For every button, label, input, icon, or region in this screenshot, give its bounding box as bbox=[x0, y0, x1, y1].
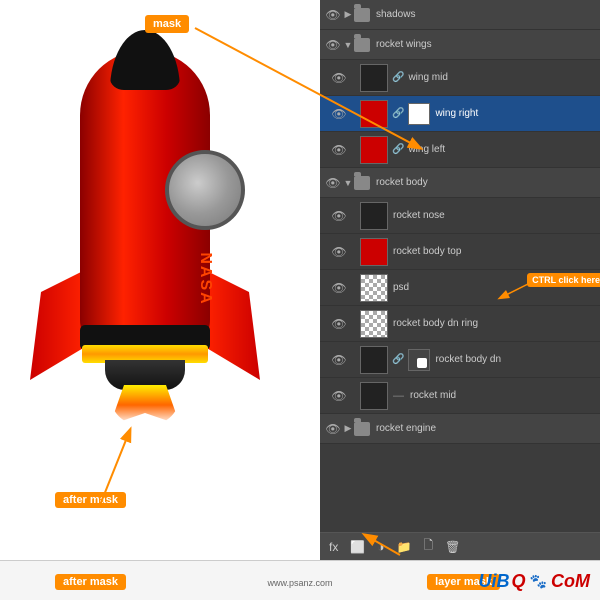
layer-name-rocket-body: rocket body bbox=[376, 177, 596, 188]
layer-thumb-wing-mid bbox=[360, 64, 388, 92]
link-icon-wing-left: 🔗 bbox=[392, 144, 404, 155]
layer-name-rocket-nose: rocket nose bbox=[393, 210, 596, 221]
layer-thumb-rocket-nose bbox=[360, 202, 388, 230]
layer-name-rocket-wings: rocket wings bbox=[376, 39, 596, 50]
rocket-body: NASA bbox=[80, 50, 210, 350]
layer-thumb-psd bbox=[360, 274, 388, 302]
layer-row-rocket-wings[interactable]: 👁 ▼ rocket wings bbox=[320, 30, 600, 60]
left-panel: NASA mask after mask bbox=[0, 0, 320, 560]
layer-row-rocket-body-top[interactable]: 👁 rocket body top bbox=[320, 234, 600, 270]
layer-row-shadows[interactable]: 👁 ▶ shadows bbox=[320, 0, 600, 30]
layer-thumb-wing-left bbox=[360, 136, 388, 164]
layer-name-rocket-body-dn-ring: rocket body dn ring bbox=[393, 318, 596, 329]
layer-mask-wing-right bbox=[408, 103, 430, 125]
fx-button[interactable]: fx bbox=[326, 538, 341, 556]
visibility-icon-rocket-mid[interactable]: 👁 bbox=[330, 387, 348, 405]
visibility-icon-rocket-body[interactable]: 👁 bbox=[324, 174, 342, 192]
layer-name-rocket-mid: rocket mid bbox=[410, 390, 596, 401]
logo-q: Q bbox=[512, 571, 526, 592]
layer-row-rocket-body[interactable]: 👁 ▼ rocket body bbox=[320, 168, 600, 198]
group-arrow-rocket-engine[interactable]: ▶ bbox=[342, 423, 354, 435]
delete-layer-button[interactable]: 🗑 bbox=[442, 538, 463, 556]
thumb-group-wing-left: 🔗 bbox=[358, 136, 405, 164]
layer-row-rocket-body-dn-ring[interactable]: 👁 rocket body dn ring bbox=[320, 306, 600, 342]
layer-name-wing-right: wing right bbox=[435, 108, 596, 119]
rocket-window bbox=[165, 150, 245, 230]
mask-button[interactable]: ⬜ bbox=[347, 538, 368, 556]
layer-name-rocket-engine: rocket engine bbox=[376, 423, 596, 434]
layer-name-rocket-body-top: rocket body top bbox=[393, 246, 596, 257]
layer-row-wing-mid[interactable]: 👁 🔗 wing mid bbox=[320, 60, 600, 96]
watermark: www.psanz.com bbox=[267, 578, 332, 588]
link-icon-rocket-body-dn: 🔗 bbox=[392, 354, 404, 365]
layer-row-wing-right[interactable]: 👁 🔗 wing right bbox=[320, 96, 600, 132]
logo-separator: 🐾 bbox=[530, 573, 547, 590]
folder-icon-rocket-wings bbox=[354, 38, 370, 52]
logo-ui: UiB bbox=[479, 571, 510, 592]
layer-thumb-rocket-body-top bbox=[360, 238, 388, 266]
layer-name-wing-left: wing left bbox=[408, 144, 596, 155]
rocket-illustration: NASA bbox=[20, 30, 280, 530]
link-icon-wing-mid: 🔗 bbox=[392, 72, 404, 83]
layers-toolbar: fx ⬜ ◑ 📁 🗋 🗑 bbox=[320, 532, 600, 560]
layer-row-rocket-mid[interactable]: 👁 — rocket mid bbox=[320, 378, 600, 414]
group-arrow-rocket-wings[interactable]: ▼ bbox=[342, 39, 354, 51]
thumb-group-wing-mid: 🔗 bbox=[358, 64, 405, 92]
mask-annotation: mask bbox=[145, 15, 189, 33]
layer-thumb-rocket-body-dn bbox=[360, 346, 388, 374]
visibility-icon-rocket-nose[interactable]: 👁 bbox=[330, 207, 348, 225]
layer-name-rocket-body-dn: rocket body dn bbox=[435, 354, 596, 365]
visibility-icon-wing-mid[interactable]: 👁 bbox=[330, 69, 348, 87]
layer-name-shadows: shadows bbox=[376, 9, 596, 20]
layer-thumb-rocket-body-dn-ring bbox=[360, 310, 388, 338]
layer-thumb-rocket-mid bbox=[360, 382, 388, 410]
ctrl-click-callout: CTRL click here bbox=[527, 273, 600, 287]
layer-row-psd[interactable]: 👁 psd CTRL click here bbox=[320, 270, 600, 306]
dash-icon-rocket-mid: — bbox=[393, 390, 404, 402]
group-arrow-shadows[interactable]: ▶ bbox=[342, 9, 354, 21]
group-button[interactable]: 📁 bbox=[394, 538, 415, 556]
link-icon-wing-right: 🔗 bbox=[392, 108, 404, 119]
new-layer-button[interactable]: 🗋 bbox=[421, 534, 437, 559]
visibility-icon-rocket-body-top[interactable]: 👁 bbox=[330, 243, 348, 261]
visibility-icon-rocket-engine[interactable]: 👁 bbox=[324, 420, 342, 438]
visibility-icon-wing-left[interactable]: 👁 bbox=[330, 141, 348, 159]
logo-com: CoM bbox=[551, 571, 590, 592]
visibility-icon-rocket-wings[interactable]: 👁 bbox=[324, 36, 342, 54]
visibility-icon-shadows[interactable]: 👁 bbox=[324, 6, 342, 24]
rocket-nose bbox=[110, 30, 180, 90]
after-mask-bottom: after mask bbox=[55, 572, 126, 590]
group-arrow-rocket-body[interactable]: ▼ bbox=[342, 177, 354, 189]
bottom-bar: after mask www.psanz.com layer mask UiB … bbox=[0, 560, 600, 600]
folder-icon-shadows bbox=[354, 8, 370, 22]
visibility-icon-psd[interactable]: 👁 bbox=[330, 279, 348, 297]
thumb-group-wing-right: 🔗 bbox=[358, 100, 432, 128]
visibility-icon-rocket-body-dn-ring[interactable]: 👁 bbox=[330, 315, 348, 333]
rocket-wing-left bbox=[30, 270, 85, 380]
layer-thumb-wing-right bbox=[360, 100, 388, 128]
rocket-flame bbox=[110, 385, 180, 425]
layer-row-rocket-body-dn[interactable]: 👁 🔗 rocket body dn bbox=[320, 342, 600, 378]
right-panel: 👁 ▶ shadows 👁 ▼ rocket wings 👁 🔗 wing mi… bbox=[320, 0, 600, 560]
adjustment-button[interactable]: ◑ bbox=[374, 538, 387, 556]
visibility-icon-wing-right[interactable]: 👁 bbox=[330, 105, 348, 123]
folder-icon-rocket-body bbox=[354, 176, 370, 190]
layer-row-wing-left[interactable]: 👁 🔗 wing left bbox=[320, 132, 600, 168]
logo: UiB Q 🐾 CoM bbox=[479, 571, 590, 592]
thumb-group-rocket-body-dn: 🔗 bbox=[358, 346, 432, 374]
visibility-icon-rocket-body-dn[interactable]: 👁 bbox=[330, 351, 348, 369]
layer-mask-rocket-body-dn bbox=[408, 349, 430, 371]
folder-icon-rocket-engine bbox=[354, 422, 370, 436]
rocket-text: NASA bbox=[196, 234, 214, 324]
layer-row-rocket-nose[interactable]: 👁 rocket nose bbox=[320, 198, 600, 234]
layer-row-rocket-engine[interactable]: 👁 ▶ rocket engine bbox=[320, 414, 600, 444]
after-mask-annotation: after mask bbox=[55, 490, 126, 508]
layer-name-wing-mid: wing mid bbox=[408, 72, 596, 83]
